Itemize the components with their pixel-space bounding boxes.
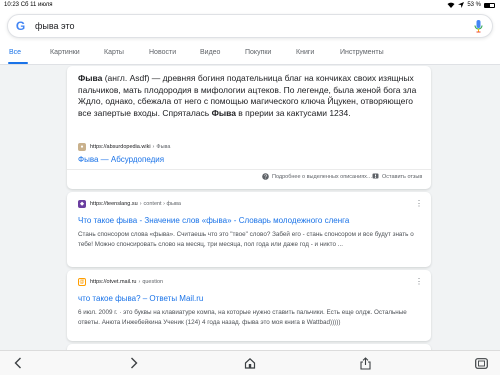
browser-toolbar	[0, 350, 500, 375]
wifi-icon	[447, 2, 455, 8]
search-header: G фыва это Все Картинки Карты Новости Ви…	[0, 10, 500, 65]
status-time: 10:23	[4, 2, 20, 8]
search-tabs: Все Картинки Карты Новости Видео Покупки…	[0, 44, 500, 65]
help-icon: ?	[262, 173, 269, 180]
tab-all[interactable]: Все	[9, 49, 21, 56]
result-title-link[interactable]: что такое фыва? – Ответы Mail.ru	[78, 293, 203, 304]
home-icon[interactable]	[243, 356, 257, 370]
search-input[interactable]: фыва это	[35, 20, 74, 33]
snippet-segment: в прерии за кактусами 1234.	[235, 107, 351, 118]
result-description: 6 июл. 2009 г. · это буквы на клавиатуре…	[78, 309, 407, 326]
tab-tools[interactable]: Инструменты	[340, 49, 384, 56]
status-indicators: 53 %	[447, 2, 495, 8]
source-domain: https://absurdopedia.wiki	[90, 143, 151, 150]
microphone-icon[interactable]	[474, 20, 483, 33]
feedback-button[interactable]: Оставить отзыв	[372, 173, 422, 180]
featured-source[interactable]: ● https://absurdopedia.wiki › Фыва	[78, 142, 170, 151]
about-featured-snippets[interactable]: ? Подробнее о выделенных описаниях…	[262, 173, 372, 180]
result-domain: https://otvet.mail.ru	[90, 278, 137, 285]
tab-news[interactable]: Новости	[149, 49, 176, 56]
breadcrumb-separator: ›	[152, 143, 155, 150]
snippet-highlight: Фыва	[211, 107, 236, 118]
snippet-highlight: Фыва	[78, 73, 103, 83]
tab-images[interactable]: Картинки	[50, 49, 80, 56]
source-path: Фыва	[156, 143, 171, 150]
feedback-icon	[372, 173, 379, 179]
absurdopedia-favicon-icon: ●	[78, 142, 86, 151]
location-icon	[458, 2, 465, 8]
featured-snippet-card: Фыва (англ. Asdf) — древняя богиня подат…	[67, 66, 431, 189]
featured-snippet-text: Фыва (англ. Asdf) — древняя богиня подат…	[78, 73, 421, 119]
more-options-icon[interactable]: ⋮	[415, 200, 423, 208]
result-source[interactable]: @ https://otvet.mail.ru › question	[78, 277, 163, 286]
tab-maps[interactable]: Карты	[104, 49, 124, 56]
search-result-card: ◆ https://teenslang.su › content › фыва …	[67, 192, 431, 267]
result-path: content › фыва	[143, 200, 181, 207]
search-result-card: @ https://otvet.mail.ru › question ⋮ что…	[67, 270, 431, 341]
back-icon[interactable]	[11, 356, 25, 370]
result-path: question	[142, 278, 164, 285]
result-domain: https://teenslang.su	[90, 200, 138, 207]
svg-text:?: ?	[264, 175, 267, 180]
tabs-icon[interactable]	[474, 356, 488, 370]
search-box[interactable]: G фыва это	[7, 14, 493, 38]
active-tab-indicator	[8, 62, 28, 64]
result-title-link[interactable]: Что такое фыва - Значение слов «фыва» - …	[78, 215, 349, 226]
featured-result-link[interactable]: Фыва — Абсурдопедия	[78, 154, 164, 165]
result-source[interactable]: ◆ https://teenslang.su › content › фыва	[78, 199, 181, 208]
tab-video[interactable]: Видео	[200, 49, 220, 56]
about-label: Подробнее о выделенных описаниях…	[272, 173, 373, 180]
teenslang-favicon-icon: ◆	[78, 199, 86, 208]
mail-ru-favicon-icon: @	[78, 277, 86, 286]
tab-shopping[interactable]: Покупки	[245, 49, 271, 56]
battery-icon	[484, 2, 495, 8]
feedback-label: Оставить отзыв	[382, 173, 423, 180]
status-bar: 10:23 Сб 11 июля 53 %	[0, 0, 500, 10]
battery-percent: 53 %	[467, 2, 481, 8]
forward-icon[interactable]	[127, 356, 141, 370]
more-options-icon[interactable]: ⋮	[415, 278, 423, 286]
share-icon[interactable]	[358, 356, 372, 370]
divider	[67, 169, 431, 170]
breadcrumb-separator: ›	[138, 278, 141, 285]
status-date: Сб 11 июля	[20, 2, 53, 8]
status-time-date: 10:23 Сб 11 июля	[4, 2, 53, 8]
tab-books[interactable]: Книги	[296, 49, 314, 56]
google-logo-icon: G	[15, 19, 26, 33]
breadcrumb-separator: ›	[139, 200, 142, 207]
result-description: Стань спонсором слова «фыва». Считаешь ч…	[78, 231, 414, 248]
